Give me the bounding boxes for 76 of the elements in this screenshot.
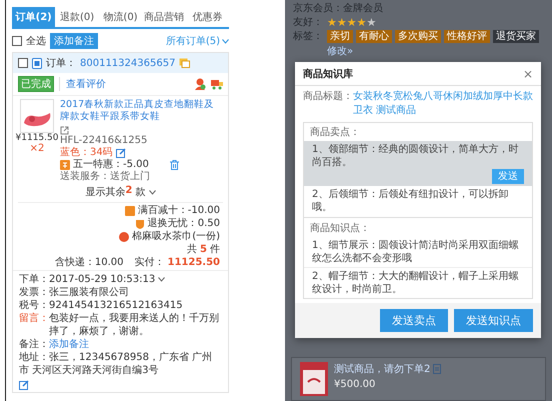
chevron-down-icon[interactable] xyxy=(222,38,229,44)
chevron-down-icon[interactable] xyxy=(158,277,166,282)
selling-points-label: 商品卖点： xyxy=(309,126,361,140)
note-label: 备注： xyxy=(19,338,49,351)
buyer-message: 包装好一点，我要用来送人的！千万别摔了，麻烦了，谢谢。 xyxy=(49,312,220,338)
more-unit: 款 xyxy=(134,186,146,199)
address-text: 地址：张三，12345678958，广东省 广州市 天河区天河路天河街自编3号 xyxy=(19,351,214,377)
product-title-link[interactable]: 2017春秋新款正品真皮查地翻鞋及牌款女鞋平跟系带女鞋 xyxy=(60,99,223,123)
knowledge-points-label: 商品知识点： xyxy=(309,222,371,236)
invoice-text: 发票：张三服装有限公司 xyxy=(19,286,130,299)
checkbox[interactable] xyxy=(12,36,22,46)
paid-amount: 11125.50 xyxy=(167,256,220,269)
product-price: ¥1115.50 xyxy=(16,133,58,143)
select-all-label: 全选 xyxy=(26,34,46,48)
total-count: 5 xyxy=(200,243,207,256)
tags-label: 标签： xyxy=(293,30,323,44)
view-review-link[interactable]: 查看评价 xyxy=(59,77,106,91)
product-thumbnail xyxy=(300,362,328,396)
dialog-title: 商品知识库 xyxy=(303,67,353,81)
promotion-text: 五一特惠：-5.00 xyxy=(73,159,149,170)
add-note-link[interactable]: 添加备注 xyxy=(49,338,89,351)
status-badge: 已完成 xyxy=(18,76,54,92)
product-title-link[interactable]: 测试商品，请勿下单2 xyxy=(334,362,430,376)
selling-point-item[interactable]: 2、后领细节：后领处有纽扣设计，可以拆卸哦。 xyxy=(304,186,532,216)
star-rating: ★★★★★ xyxy=(327,16,376,30)
external-link-icon[interactable] xyxy=(60,126,69,135)
document-icon xyxy=(32,58,42,68)
send-action-button[interactable]: 发送卖点 xyxy=(380,309,448,332)
discount-text: 棉麻吸水茶巾(一份) xyxy=(132,230,220,243)
product-spec: 蓝色：34码 xyxy=(60,147,113,158)
knowledge-point-item[interactable]: 1、细节展示：圆领设计简洁时尚采用双面细螺纹怎么洗都不会变形哦 xyxy=(304,237,532,267)
checkbox[interactable] xyxy=(18,58,28,68)
rating-label: 友好： xyxy=(293,16,323,30)
tax-number: 税号：924145413216512163415 xyxy=(19,299,184,312)
shoe-picture xyxy=(20,99,54,133)
customer-tag: 多次购买 xyxy=(395,30,441,43)
delivery-service: 送装服务：送货上门 xyxy=(60,171,151,183)
product-quantity: ×2 xyxy=(30,143,44,154)
send-button[interactable]: 发送 xyxy=(492,169,524,184)
promotion-icon xyxy=(60,160,70,170)
edit-icon[interactable] xyxy=(116,148,126,158)
membership-text: 京东会员：金牌会员 xyxy=(293,2,384,16)
order-time: 下单：2017-05-29 10:53:13 xyxy=(19,273,156,286)
customer-tag: 亲切 xyxy=(327,30,353,43)
order-label: 订单： xyxy=(46,56,76,70)
chevron-down-icon[interactable] xyxy=(148,190,156,194)
order-number[interactable]: 800111324365657 xyxy=(80,58,176,68)
product-title-link[interactable]: 女装秋冬宽松兔八哥休闲加绒加厚中长款卫衣 测试商品 xyxy=(353,90,533,118)
edit-tags-link[interactable]: 修改» xyxy=(327,45,354,59)
copy-icon[interactable] xyxy=(179,58,190,68)
trash-icon[interactable] xyxy=(170,160,179,170)
person-icon[interactable] xyxy=(194,78,206,90)
customer-tag: 退货买家 xyxy=(493,30,539,43)
shipping-fee: 含快递：10.00 xyxy=(54,256,124,269)
product-title-label: 商品标题： xyxy=(303,90,353,104)
tab[interactable]: 订单(2) xyxy=(12,7,56,27)
total-unit: 件 xyxy=(210,243,220,256)
paid-label: 实付： xyxy=(134,256,164,269)
knowledge-point-item[interactable]: 2、帽子细节：大大的翻帽设计，帽子上采用螺纹设计，时尚前卫。 xyxy=(304,267,532,298)
total-prefix: 共 xyxy=(187,243,198,256)
send-action-button[interactable]: 发送知识点 xyxy=(454,309,533,332)
customer-tag: 有耐心 xyxy=(356,30,392,43)
truck-icon[interactable] xyxy=(211,78,223,90)
product-sku: HFL-22416&1255 xyxy=(60,135,148,146)
add-note-button[interactable]: 添加备注 xyxy=(50,33,98,49)
discount-text: 满百减十：-10.00 xyxy=(138,204,220,217)
more-count: 2 xyxy=(125,185,132,198)
close-button[interactable]: × xyxy=(522,67,533,81)
message-label: 留言： xyxy=(19,312,49,326)
product-price: ¥500.00 xyxy=(334,379,376,390)
selling-point-item[interactable]: 1、领部细节：经典的圆领设计，简单大方，时尚百搭。 发送 xyxy=(304,141,532,186)
order-filter-dropdown[interactable]: 所有订单(5) xyxy=(166,34,220,48)
discount-text: 退换无忧：0.50 xyxy=(148,217,220,230)
customer-tag: 性格好评 xyxy=(444,30,490,43)
show-more-link[interactable]: 显示其余 xyxy=(85,185,126,199)
edit-icon[interactable] xyxy=(19,380,29,390)
